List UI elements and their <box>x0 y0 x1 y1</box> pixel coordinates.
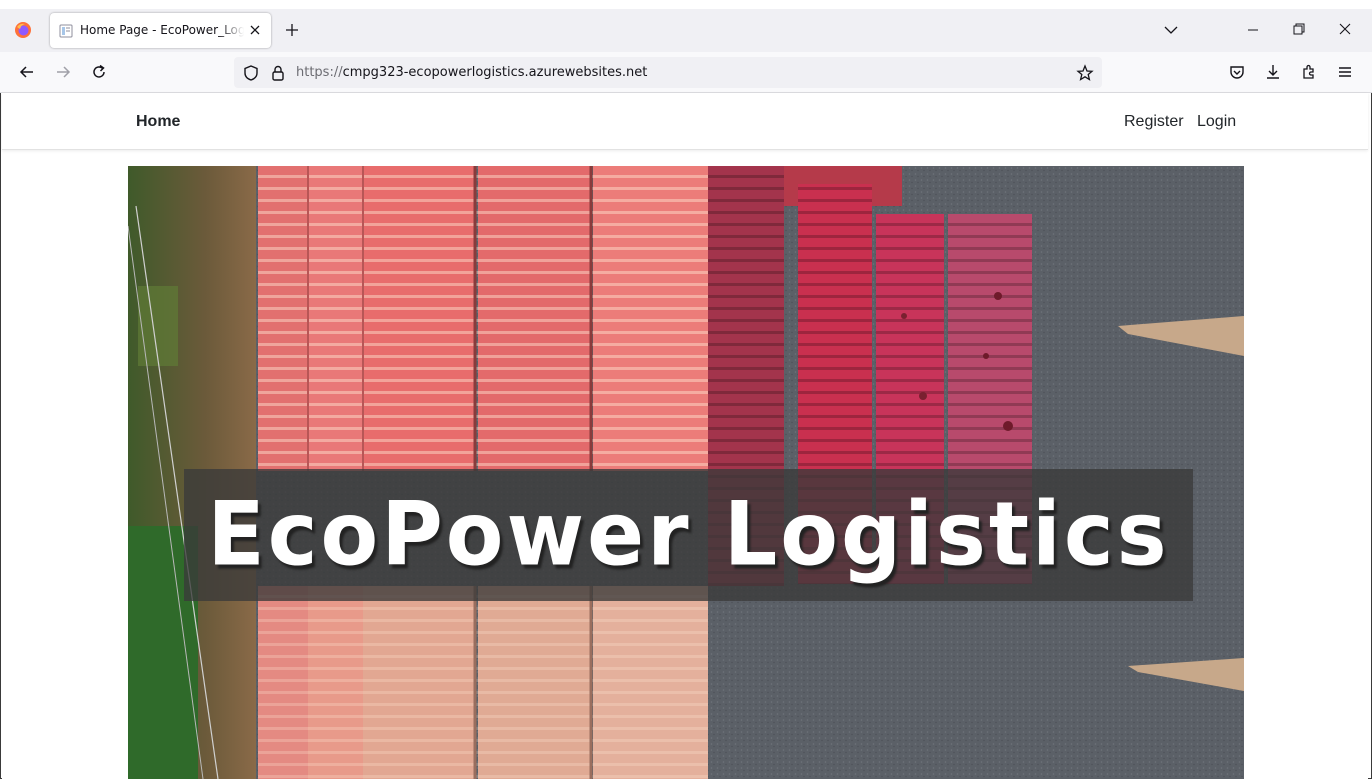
title-bar-top <box>0 0 1372 9</box>
restore-window-icon[interactable] <box>1292 22 1306 36</box>
close-tab-icon[interactable] <box>248 23 262 37</box>
app-menu-hamburger-icon[interactable] <box>1336 63 1354 81</box>
active-tab[interactable]: Home Page - EcoPower_Logistics <box>50 13 271 48</box>
firefox-logo-icon[interactable] <box>14 21 32 39</box>
web-page: Home Register Login EcoPower Logistics <box>2 93 1368 779</box>
minimize-window-icon[interactable] <box>1246 23 1260 37</box>
back-arrow-icon[interactable] <box>18 63 36 81</box>
pocket-icon[interactable] <box>1228 63 1246 81</box>
forward-arrow-icon[interactable] <box>54 63 72 81</box>
site-navbar: Home Register Login <box>2 93 1368 150</box>
close-window-icon[interactable] <box>1338 22 1352 36</box>
register-nav-link[interactable]: Register <box>1124 113 1184 131</box>
downloads-icon[interactable] <box>1264 63 1282 81</box>
padlock-icon[interactable] <box>269 64 287 82</box>
hero-banner: EcoPower Logistics <box>128 166 1244 779</box>
url-host: cmpg323-ecopowerlogistics.azurewebsites.… <box>342 65 648 80</box>
url-scheme: https:// <box>296 65 343 80</box>
tab-title: Home Page - EcoPower_Logistics <box>80 23 244 37</box>
tab-strip: Home Page - EcoPower_Logistics <box>0 0 1372 52</box>
extensions-puzzle-icon[interactable] <box>1300 63 1318 81</box>
login-nav-link[interactable]: Login <box>1197 113 1236 131</box>
page-favicon-icon <box>59 24 73 38</box>
new-tab-plus-icon[interactable] <box>284 22 300 38</box>
tracking-protection-shield-icon[interactable] <box>242 64 260 82</box>
reload-icon[interactable] <box>90 63 108 81</box>
url-text[interactable]: https://cmpg323-ecopowerlogistics.azurew… <box>296 65 647 80</box>
navigation-toolbar: https://cmpg323-ecopowerlogistics.azurew… <box>0 52 1372 93</box>
hero-title: EcoPower Logistics <box>207 482 1170 586</box>
hero-title-band: EcoPower Logistics <box>184 469 1193 601</box>
list-all-tabs-chevron-icon[interactable] <box>1163 24 1179 36</box>
bookmark-star-icon[interactable] <box>1076 64 1094 82</box>
home-nav-link[interactable]: Home <box>136 113 180 131</box>
url-bar[interactable]: https://cmpg323-ecopowerlogistics.azurew… <box>234 57 1102 88</box>
